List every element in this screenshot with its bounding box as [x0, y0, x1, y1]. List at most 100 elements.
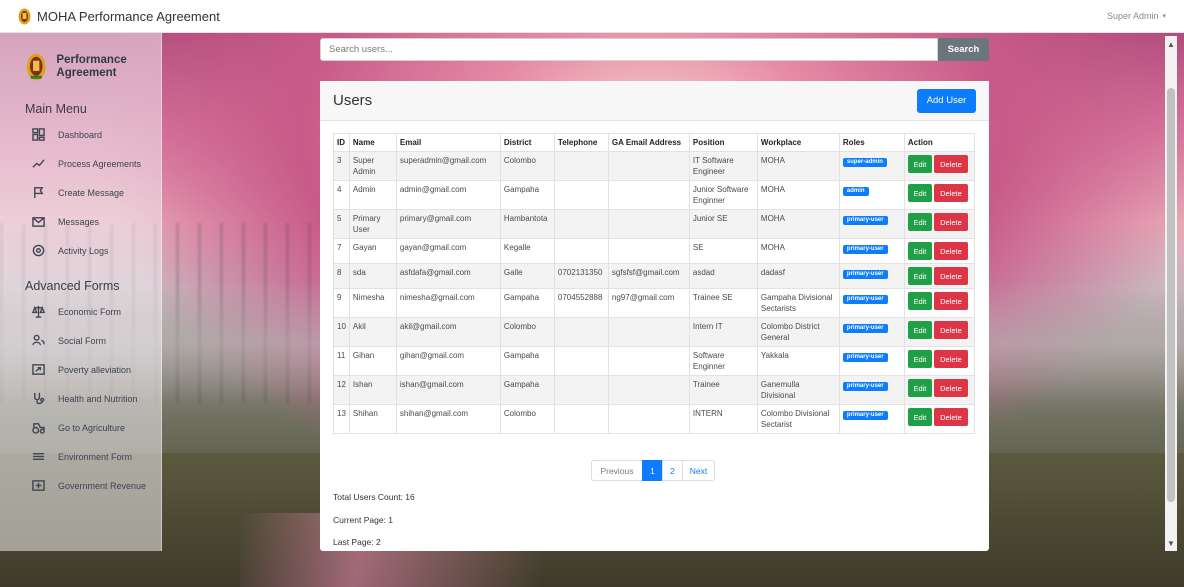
users-card: Users Add User ID Name Email District Te…: [320, 81, 989, 551]
cell-action: Edit Delete: [903, 263, 976, 289]
column-header-roles[interactable]: Roles: [838, 133, 905, 152]
cell-telephone: [553, 404, 609, 434]
search-input[interactable]: [320, 38, 938, 61]
delete-button[interactable]: Delete: [933, 408, 968, 426]
sidebar-brand[interactable]: Performance Agreement: [0, 33, 161, 88]
column-header-telephone[interactable]: Telephone: [553, 133, 609, 152]
cell-telephone: [553, 317, 609, 347]
search-button[interactable]: Search: [938, 38, 989, 61]
user-menu[interactable]: Super Admin ▾: [1107, 11, 1166, 21]
cell-email: ishan@gmail.com: [395, 375, 501, 405]
table-row: 12 Ishan ishan@gmail.com Gampaha Trainee Gane…: [333, 375, 976, 405]
edit-button[interactable]: Edit: [907, 292, 932, 310]
current-page-label: Current Page: 1: [333, 515, 394, 525]
edit-button[interactable]: Edit: [907, 321, 932, 339]
sidebar-item-create-message[interactable]: Create Message: [0, 178, 161, 207]
column-header-position[interactable]: Position: [688, 133, 758, 152]
table-row: 4 Admin admin@gmail.com Gampaha Junior Softw…: [333, 180, 976, 210]
flag-icon: [31, 186, 45, 200]
sidebar-item-poverty-alleviation[interactable]: Poverty alleviation: [0, 355, 161, 384]
cell-id: 9: [333, 288, 350, 318]
cell-name: Ishan: [348, 375, 397, 405]
delete-button[interactable]: Delete: [933, 155, 968, 173]
scroll-down-arrow-icon[interactable]: ▼: [1165, 537, 1177, 549]
cell-district: Gampaha: [499, 180, 555, 210]
edit-button[interactable]: Edit: [907, 408, 932, 426]
cell-ga-email: [607, 346, 690, 376]
sidebar-item-government-revenue[interactable]: Government Revenue: [0, 471, 161, 500]
activity-icon: [31, 244, 45, 258]
cell-roles: primary-user: [838, 288, 905, 318]
scrollbar-thumb[interactable]: [1167, 88, 1175, 502]
pagination-page-1[interactable]: 1: [642, 460, 663, 481]
edit-button[interactable]: Edit: [907, 213, 932, 231]
environment-icon: [31, 450, 45, 464]
edit-button[interactable]: Edit: [907, 155, 932, 173]
scroll-up-arrow-icon[interactable]: ▲: [1165, 38, 1177, 50]
delete-button[interactable]: Delete: [933, 213, 968, 231]
cell-district: Gampaha: [499, 375, 555, 405]
delete-button[interactable]: Delete: [933, 292, 968, 310]
cell-id: 10: [333, 317, 350, 347]
sidebar-item-environment-form[interactable]: Environment Form: [0, 442, 161, 471]
sidebar-item-messages[interactable]: Messages: [0, 207, 161, 236]
add-user-button[interactable]: Add User: [917, 88, 976, 113]
cell-id: 3: [333, 151, 350, 181]
sidebar-brand-title: Performance Agreement: [56, 53, 127, 79]
column-header-name[interactable]: Name: [348, 133, 397, 152]
cell-ga-email: [607, 151, 690, 181]
column-header-district[interactable]: District: [499, 133, 555, 152]
cell-email: gihan@gmail.com: [395, 346, 501, 376]
cell-district: Colombo: [499, 317, 555, 347]
edit-button[interactable]: Edit: [907, 267, 932, 285]
pagination-previous[interactable]: Previous: [591, 460, 643, 481]
cell-telephone: [553, 151, 609, 181]
edit-button[interactable]: Edit: [907, 184, 932, 202]
sidebar-item-social-form[interactable]: Social Form: [0, 326, 161, 355]
sidebar-item-dashboard[interactable]: Dashboard: [0, 120, 161, 149]
delete-button[interactable]: Delete: [933, 321, 968, 339]
cell-district: Hambantota: [499, 209, 555, 239]
pagination-page-2[interactable]: 2: [662, 460, 683, 481]
column-header-email[interactable]: Email: [395, 133, 501, 152]
edit-button[interactable]: Edit: [907, 350, 932, 368]
sidebar-item-economic-form[interactable]: Economic Form: [0, 297, 161, 326]
sidebar-item-process-agreements[interactable]: Process Agreements: [0, 149, 161, 178]
cell-action: Edit Delete: [903, 317, 976, 347]
envelope-icon: [31, 215, 45, 229]
delete-button[interactable]: Delete: [933, 242, 968, 260]
cell-id: 8: [333, 263, 350, 289]
delete-button[interactable]: Delete: [933, 267, 968, 285]
sidebar-item-label: Social Form: [58, 335, 107, 346]
delete-button[interactable]: Delete: [933, 350, 968, 368]
column-header-id[interactable]: ID: [333, 133, 350, 152]
cell-ga-email: [607, 404, 690, 434]
sidebar-item-health-nutrition[interactable]: Health and Nutrition: [0, 384, 161, 413]
cell-name: Gayan: [348, 238, 397, 264]
cell-telephone: 0704552888: [553, 288, 609, 318]
role-badge: primary-user: [842, 295, 888, 304]
column-header-ga-email[interactable]: GA Email Address: [607, 133, 690, 152]
cell-position: Trainee: [688, 375, 758, 405]
sidebar-item-label: Health and Nutrition: [58, 393, 138, 404]
sidebar-item-go-to-agriculture[interactable]: Go to Agriculture: [0, 413, 161, 442]
edit-button[interactable]: Edit: [907, 379, 932, 397]
cell-ga-email: ng97@gmail.com: [607, 288, 690, 318]
edit-button[interactable]: Edit: [907, 242, 932, 260]
delete-button[interactable]: Delete: [933, 379, 968, 397]
revenue-icon: [31, 479, 45, 493]
role-badge: primary-user: [842, 324, 888, 333]
pagination-next[interactable]: Next: [682, 460, 715, 481]
table-row: 3 Super Admin superadmin@gmail.com Colombo I…: [333, 151, 976, 181]
cell-id: 5: [333, 209, 350, 239]
sidebar-item-label: Go to Agriculture: [58, 422, 126, 433]
delete-button[interactable]: Delete: [933, 184, 968, 202]
sidebar-item-activity-logs[interactable]: Activity Logs: [0, 236, 161, 265]
cell-ga-email: sgfsfsf@gmail.com: [607, 263, 690, 289]
column-header-workplace[interactable]: Workplace: [756, 133, 840, 152]
app-title[interactable]: MOHA Performance Agreement: [37, 9, 220, 24]
cell-email: shihan@gmail.com: [395, 404, 501, 434]
emblem-logo: [26, 53, 46, 80]
cell-workplace: MOHA: [756, 238, 840, 264]
page-scrollbar[interactable]: ▲ ▼: [1165, 36, 1177, 551]
